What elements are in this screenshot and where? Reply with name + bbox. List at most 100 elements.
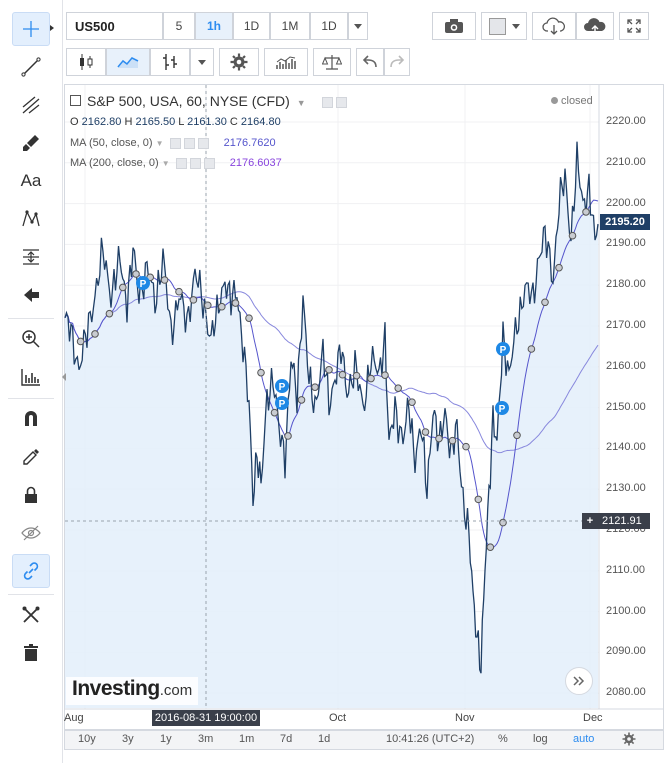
event-marker-label: P (500, 345, 507, 356)
price-tick-label: 2170.00 (606, 319, 646, 331)
dot-marker (527, 345, 536, 353)
price-tick-label: 2130.00 (606, 482, 646, 495)
gear-icon[interactable] (335, 96, 347, 108)
low-label: L (178, 116, 185, 128)
eye-icon[interactable] (175, 157, 187, 169)
dot-marker (257, 368, 265, 377)
dot-marker (218, 302, 226, 311)
eye-icon[interactable] (169, 137, 181, 149)
dot-marker (568, 231, 577, 240)
crosshair-price-value: 2121.91 (602, 515, 642, 527)
event-marker-label: P (140, 279, 147, 290)
dot-marker (352, 371, 361, 380)
range-1d-button[interactable]: 1d (318, 733, 330, 745)
high-label: H (124, 116, 133, 128)
ma200-value: 2176.6037 (229, 157, 282, 169)
dot-marker (91, 330, 99, 338)
high-value: 2165.50 (135, 116, 176, 128)
event-marker[interactable]: P (275, 396, 289, 410)
open-label: O (70, 116, 79, 128)
open-value: 2162.80 (81, 116, 122, 128)
dot-marker (325, 366, 333, 374)
low-value: 2161.30 (187, 116, 227, 128)
percent-scale-button[interactable]: % (498, 733, 508, 745)
bottom-settings-button[interactable] (622, 732, 636, 751)
event-marker-label: P (279, 382, 286, 393)
price-tick-label: 2080.00 (606, 686, 646, 699)
event-marker[interactable]: P (496, 342, 510, 356)
price-tick-label: 2090.00 (606, 645, 646, 658)
event-marker[interactable]: P (136, 276, 150, 290)
add-alert-plus-icon[interactable]: + (582, 515, 598, 527)
scroll-to-realtime-button[interactable] (565, 667, 593, 695)
watermark-suffix: .com (159, 682, 193, 699)
ma200-legend-row[interactable]: MA (200, close, 0) ▼ 2176.6037 (70, 157, 282, 169)
dot-marker (338, 370, 347, 379)
event-marker-label: P (499, 404, 506, 415)
ma50-value: 2176.7620 (223, 137, 276, 149)
ohlc-row: O 2162.80 H 2165.50 L 2161.30 C 2164.80 (70, 116, 281, 128)
eye-icon[interactable] (321, 96, 333, 108)
range-1m-button[interactable]: 1m (239, 733, 254, 745)
market-status: closed (551, 95, 593, 107)
log-scale-button[interactable]: log (533, 733, 548, 745)
price-tick-label: 2220.00 (606, 115, 646, 127)
double-chevron-right-icon (573, 676, 585, 686)
dot-marker (231, 299, 240, 307)
investing-watermark: Investing .com (66, 677, 199, 705)
chevron-down-icon[interactable]: ▼ (156, 139, 164, 148)
range-7d-button[interactable]: 7d (280, 733, 292, 745)
dot-marker (448, 436, 457, 445)
range-3y-button[interactable]: 3y (122, 733, 134, 745)
dot-marker (408, 398, 416, 406)
price-tick-label: 2110.00 (606, 563, 645, 576)
time-label-dec: Dec (583, 712, 603, 724)
ma200-label: MA (200, close, 0) (70, 157, 159, 169)
dot-marker (394, 384, 403, 392)
dot-marker (311, 383, 319, 391)
gear-icon[interactable] (183, 137, 195, 149)
left-panel-handle[interactable] (62, 368, 66, 382)
range-1y-button[interactable]: 1y (160, 733, 172, 745)
auto-scale-button[interactable]: auto (573, 733, 594, 745)
range-3m-button[interactable]: 3m (198, 733, 213, 745)
dot-marker (132, 270, 140, 278)
legend-title-row[interactable]: S&P 500, USA, 60, NYSE (CFD) ▼ (70, 93, 347, 109)
ma50-label: MA (50, close, 0) (70, 137, 153, 149)
price-chart[interactable]: PPPPP (0, 0, 666, 763)
dot-marker (270, 408, 279, 417)
time-label-aug: Aug (64, 712, 84, 724)
dot-marker (541, 298, 549, 307)
last-price-badge: 2195.20 (600, 214, 650, 230)
close-icon[interactable] (203, 157, 215, 169)
dot-marker (189, 296, 198, 304)
chevron-left-icon (62, 373, 66, 381)
price-tick-label: 2200.00 (606, 196, 646, 209)
event-marker[interactable]: P (495, 401, 509, 415)
price-tick-label: 2190.00 (606, 237, 646, 250)
gear-icon[interactable] (189, 157, 201, 169)
gear-icon (622, 732, 636, 746)
dot-marker (160, 276, 169, 284)
dot-marker (175, 287, 183, 296)
range-10y-button[interactable]: 10y (78, 733, 96, 745)
dot-marker (555, 263, 563, 272)
ma50-legend-row[interactable]: MA (50, close, 0) ▼ 2176.7620 (70, 137, 276, 149)
price-tick-label: 2180.00 (606, 278, 646, 291)
chevron-down-icon[interactable]: ▼ (162, 159, 170, 168)
collapse-legend-icon[interactable] (70, 95, 81, 106)
close-icon[interactable] (197, 137, 209, 149)
clock-display[interactable]: 10:41:26 (UTC+2) (386, 733, 474, 745)
dot-marker (381, 371, 389, 379)
status-dot-icon (551, 97, 558, 104)
price-tick-label: 2100.00 (606, 604, 646, 617)
event-marker[interactable]: P (275, 379, 289, 393)
time-label-oct: Oct (329, 712, 347, 724)
dot-marker (76, 337, 85, 346)
dot-marker (462, 442, 470, 451)
close-label: C (229, 116, 238, 128)
crosshair-price-badge: + 2121.91 (582, 513, 650, 529)
chevron-down-icon[interactable]: ▼ (297, 98, 306, 108)
event-marker-label: P (279, 399, 286, 410)
dot-marker (486, 543, 495, 551)
